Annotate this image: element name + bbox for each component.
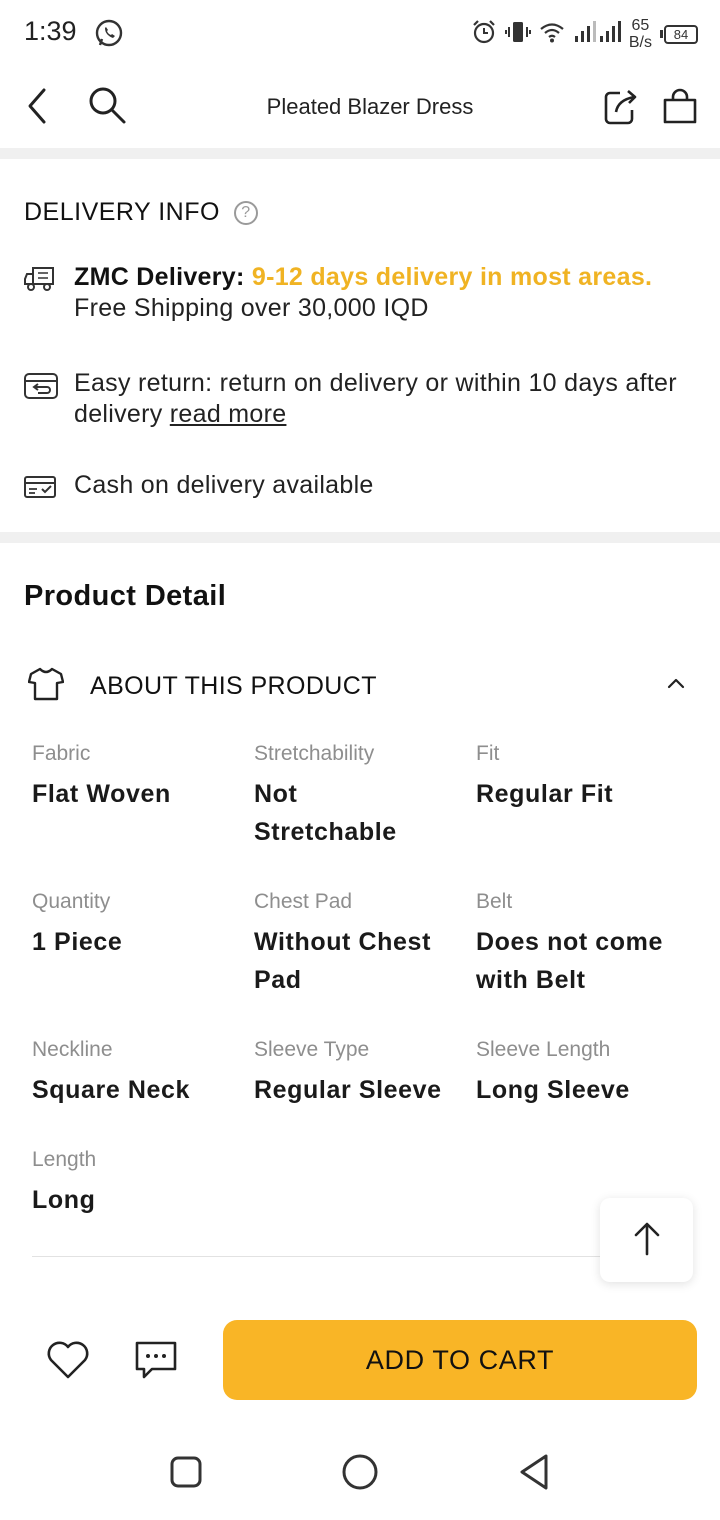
return-policy-text: Easy return: return on delivery or withi…: [74, 369, 677, 428]
attribute-label: Belt: [476, 890, 513, 913]
attribute-item: Sleeve Length Long Sleeve: [476, 1037, 688, 1109]
divider-line: [32, 1256, 672, 1257]
attribute-value: 1 Piece: [32, 928, 123, 956]
attribute-item: Chest Pad Without Chest Pad: [254, 889, 466, 999]
delivery-zmc-row: ZMC Delivery: 9-12 days delivery in most…: [24, 262, 684, 324]
attribute-label: Quantity: [32, 890, 111, 913]
attribute-value: Not Stretchable: [254, 780, 397, 846]
app-header: Pleated Blazer Dress: [0, 66, 720, 148]
section-divider: [0, 148, 720, 159]
attribute-value: Square Neck: [32, 1076, 191, 1104]
cash-icon: [24, 470, 74, 505]
help-icon[interactable]: ?: [233, 200, 258, 225]
attribute-value: Long: [32, 1186, 96, 1214]
whatsapp-icon: [94, 18, 124, 53]
attribute-label: Neckline: [32, 1038, 113, 1061]
status-icons: 65 B/s 84: [471, 14, 698, 54]
attribute-value: Regular Sleeve: [254, 1076, 442, 1104]
net-speed-unit: B/s: [628, 34, 652, 51]
wifi-icon: [539, 20, 565, 49]
battery-level: 84: [664, 24, 698, 44]
attribute-item: Length Long: [32, 1147, 244, 1219]
about-product-label: ABOUT THIS PRODUCT: [90, 671, 377, 700]
zmc-shipping: Free Shipping over 30,000 IQD: [74, 294, 429, 322]
shirt-icon: [27, 667, 65, 706]
net-speed: 65 B/s: [629, 17, 652, 51]
add-to-cart-button[interactable]: ADD TO CART: [223, 1320, 697, 1400]
attribute-item: Neckline Square Neck: [32, 1037, 244, 1109]
net-speed-value: 65: [631, 17, 650, 34]
zmc-highlight: 9-12 days delivery in most areas.: [251, 263, 653, 291]
alarm-icon: [471, 19, 497, 50]
delivery-title-text: DELIVERY INFO: [24, 198, 220, 226]
attribute-value: Does not come with Belt: [476, 928, 663, 994]
zmc-label: ZMC Delivery:: [74, 263, 245, 291]
status-bar: 1:39 65 B/s 84: [0, 0, 720, 66]
signal-icon: [573, 20, 621, 49]
chat-icon[interactable]: [134, 1340, 178, 1387]
delivery-zmc-text: ZMC Delivery: 9-12 days delivery in most…: [74, 262, 684, 324]
battery-icon: 84: [660, 24, 698, 44]
delivery-return-row: Easy return: return on delivery or withi…: [24, 368, 684, 430]
vibrate-icon: [504, 19, 531, 50]
delivery-cod-row: Cash on delivery available: [24, 470, 684, 505]
attribute-label: Sleeve Length: [476, 1038, 611, 1061]
attribute-value: Without Chest Pad: [254, 928, 431, 994]
read-more-link[interactable]: read more: [170, 400, 287, 428]
nav-home-icon[interactable]: [340, 1452, 380, 1497]
scroll-to-top-button[interactable]: [600, 1198, 693, 1282]
attribute-item: Belt Does not come with Belt: [476, 889, 688, 999]
attribute-label: Sleeve Type: [254, 1038, 370, 1061]
status-time: 1:39: [24, 16, 77, 46]
about-product-toggle[interactable]: ABOUT THIS PRODUCT: [27, 666, 692, 706]
attribute-label: Chest Pad: [254, 890, 353, 913]
attribute-value: Long Sleeve: [476, 1076, 630, 1104]
attribute-item: Sleeve Type Regular Sleeve: [254, 1037, 466, 1109]
attribute-label: Fit: [476, 742, 500, 765]
delivery-cod-text: Cash on delivery available: [74, 471, 374, 499]
section-divider: [0, 532, 720, 543]
attribute-label: Fabric: [32, 742, 91, 765]
attribute-item: Stretchability Not Stretchable: [254, 741, 466, 851]
attribute-value: Regular Fit: [476, 780, 614, 808]
arrow-up-icon: [632, 1220, 662, 1261]
attribute-item: Fit Regular Fit: [476, 741, 688, 813]
nav-recents-icon[interactable]: [168, 1452, 204, 1497]
attribute-value: Flat Woven: [32, 780, 171, 808]
chevron-up-icon[interactable]: [666, 674, 686, 699]
attribute-label: Stretchability: [254, 742, 375, 765]
delivery-section-title: DELIVERY INFO ?: [24, 198, 258, 227]
truck-icon: [24, 262, 74, 324]
share-icon[interactable]: [600, 84, 640, 133]
attribute-item: Fabric Flat Woven: [32, 741, 244, 813]
heart-icon[interactable]: [46, 1340, 90, 1385]
product-detail-title: Product Detail: [24, 580, 227, 612]
attribute-item: Quantity 1 Piece: [32, 889, 244, 961]
delivery-return-text: Easy return: return on delivery or withi…: [74, 368, 684, 430]
return-icon: [24, 368, 74, 430]
attribute-label: Length: [32, 1148, 97, 1171]
bag-icon[interactable]: [660, 84, 700, 133]
nav-back-icon[interactable]: [516, 1452, 552, 1497]
